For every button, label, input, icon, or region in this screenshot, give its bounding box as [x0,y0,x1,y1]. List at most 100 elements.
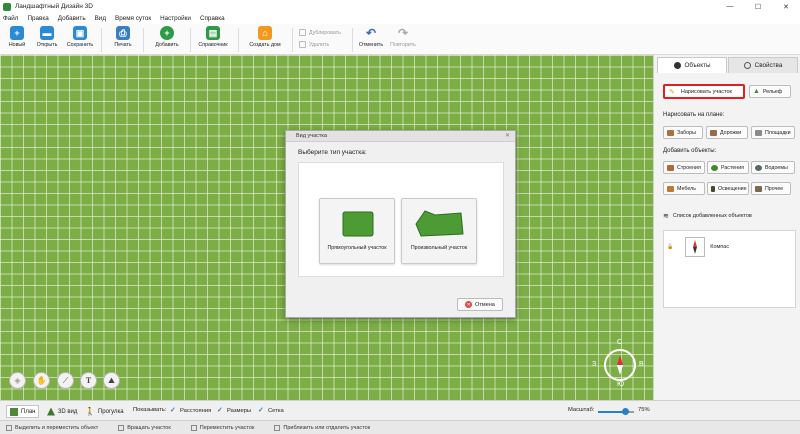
toolbar: + Новый ▬ Открыть ▣ Сохранить ⎙ Печать +… [0,24,800,55]
grid-checkbox[interactable]: ✓ Сетка [258,407,284,414]
distances-checkbox[interactable]: ✓ Расстояния [170,407,211,414]
select-tool-icon[interactable]: ◈ [9,372,26,389]
areas-button[interactable]: Площадки [751,126,795,139]
cancel-button[interactable]: ✕ Отмена [457,298,503,311]
tree-icon [711,164,718,171]
grid-label: Сетка [268,407,284,414]
ruler-tool-icon[interactable]: ⟋ [57,372,74,389]
tab-properties[interactable]: Свойства [728,57,798,73]
build-house-label: Создать дом [249,42,281,48]
menu-settings[interactable]: Настройки [160,15,191,22]
fences-button[interactable]: Заборы [663,126,703,139]
paths-button[interactable]: Дорожки [706,126,748,139]
new-button[interactable]: + Новый [0,26,34,48]
redo-button[interactable]: ↷ Повторить [386,26,420,48]
tab-objects-label: Объекты [684,62,711,69]
buildings-button[interactable]: Строения [663,161,705,174]
distances-label: Расстояния [180,407,212,414]
image-tool-icon[interactable]: ⛰ [103,372,120,389]
new-file-icon: + [10,26,24,40]
scale-value: 75% [638,407,650,413]
zoom-slider-fill [598,411,625,413]
house-icon: ⌂ [258,26,272,40]
open-button[interactable]: ▬ Открыть [30,26,64,48]
zoom-slider[interactable] [598,408,634,415]
duplicate-label: Дублировать [309,29,341,36]
free-form-plot-option[interactable]: Произвольный участок [401,198,477,264]
ponds-button[interactable]: Водоемы [751,161,795,174]
status-hint-zoom: Приблизить или отдалить участок [268,424,370,431]
status-bar: Выделить и переместить объект Вращать уч… [0,420,800,434]
toolbar-divider [190,28,191,52]
scale-label: Масштаб: [568,407,595,413]
areas-label: Площадки [765,129,791,136]
tab-properties-label: Свойства [754,62,783,69]
save-button[interactable]: ▣ Сохранить [63,26,97,48]
lock-icon[interactable]: 🔓 [667,244,673,250]
path-icon [710,129,717,136]
add-button[interactable]: + Добавить [150,26,184,48]
other-button[interactable]: Прочее [751,182,791,195]
tab-objects[interactable]: Объекты [657,57,727,73]
minimize-button[interactable]: — [716,0,744,13]
relief-button[interactable]: ▲ Рельеф [749,85,791,98]
free-form-plot-label: Произвольный участок [410,245,468,251]
undo-button[interactable]: ↶ Отменить [354,26,388,48]
lamp-icon [711,185,715,192]
sizes-checkbox[interactable]: ✓ Размеры [217,407,251,414]
walk-label: Прогулка [97,408,124,415]
menu-time-of-day[interactable]: Время суток [115,15,151,22]
object-list-title: Список добавленных объектов [672,213,752,219]
reference-button[interactable]: ▤ Справочник [196,26,230,48]
duplicate-button[interactable]: Дублировать [299,29,341,36]
plants-button[interactable]: Растения [707,161,749,174]
delete-button[interactable]: Удалить [299,41,329,48]
menu-help[interactable]: Справка [200,15,225,22]
walk-button[interactable]: 🚶 Прогулка [82,405,127,418]
furniture-button[interactable]: Мебель [663,182,705,195]
title-bar: Ландшафтный Дизайн 3D — ☐ ✕ [0,0,800,13]
other-label: Прочее [765,185,784,192]
menu-view[interactable]: Вид [95,15,106,22]
tree-3d-icon [47,407,55,416]
draw-plot-button[interactable]: ✎ Нарисовать участок [663,84,745,99]
3d-view-button[interactable]: 3D вид [44,405,80,418]
maximize-button[interactable]: ☐ [744,0,772,13]
book-icon: ▤ [206,26,220,40]
cancel-x-icon: ✕ [465,301,473,308]
text-tool-icon[interactable]: T [80,372,97,389]
menu-add[interactable]: Добавить [58,15,86,22]
menu-file[interactable]: Файл [3,15,18,22]
area-icon [755,129,762,136]
print-button[interactable]: ⎙ Печать [106,26,140,48]
compass-north: С [617,339,623,346]
status-hint-move: Переместить участок [185,424,254,431]
save-label: Сохранить [66,42,94,48]
compass-west: З [592,361,597,368]
settings-icon [743,62,751,69]
fences-label: Заборы [677,129,696,136]
undo-label: Отменить [358,42,384,48]
close-button[interactable]: ✕ [772,0,800,13]
menu-edit[interactable]: Правка [27,15,48,22]
furniture-label: Мебель [677,185,696,192]
dialog-prompt: Выберите тип участка: [298,149,367,156]
list-item[interactable]: 🔓 Компас [667,236,793,258]
rectangular-plot-option[interactable]: Прямоугольный участок [319,198,395,264]
hand-tool-icon[interactable]: ✋ [33,372,50,389]
rotate-icon [118,424,125,431]
printer-icon: ⎙ [116,26,130,40]
draw-on-plan-heading: Нарисовать на плане: [663,112,725,118]
compass[interactable]: С Ю З В [592,339,644,388]
menu-bar: Файл Правка Добавить Вид Время суток Нас… [0,13,800,24]
dialog-close-button[interactable]: ✕ [505,131,510,142]
building-icon [667,164,674,171]
pond-icon [755,164,762,171]
right-panel: Объекты Свойства ✎ Нарисовать участок ▲ … [653,55,800,400]
zoom-slider-thumb[interactable] [621,408,629,415]
lighting-button[interactable]: Освещение [707,182,749,195]
build-house-button[interactable]: ⌂ Создать дом [248,26,282,48]
plus-icon: + [160,26,174,40]
plan-view-button[interactable]: План [6,405,40,418]
polygon-plot-icon [415,210,464,237]
